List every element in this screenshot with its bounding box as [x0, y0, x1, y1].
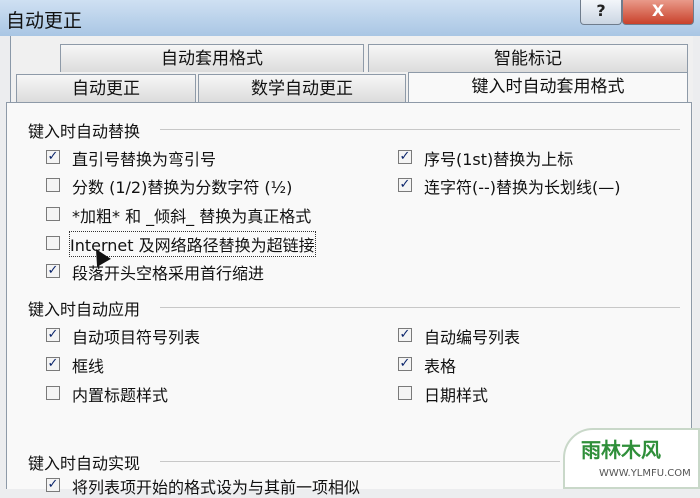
title-bar: 自动更正 ? X: [0, 0, 700, 36]
checkbox-tables[interactable]: [398, 357, 412, 371]
label-fractions: 分数 (1/2)替换为分数字符 (½): [72, 178, 293, 197]
checkbox-date-styles[interactable]: [398, 386, 412, 400]
checkbox-bulleted-lists[interactable]: [46, 328, 60, 342]
section-heading-implement: 键入时自动实现: [28, 454, 141, 473]
divider: [160, 461, 560, 462]
label-bold-italic: *加粗* 和 _倾斜_ 替换为真正格式: [72, 207, 312, 226]
divider: [160, 129, 680, 130]
watermark-logo: 雨林木风 WWW.YLMFU.COM: [563, 428, 700, 489]
tab-math-autocorrect[interactable]: 数学自动更正: [198, 74, 406, 102]
tab-smart-tags[interactable]: 智能标记: [368, 44, 688, 72]
label-ordinals: 序号(1st)替换为上标: [424, 150, 574, 169]
label-date-styles: 日期样式: [424, 386, 489, 405]
label-bulleted-lists: 自动项目符号列表: [72, 328, 201, 347]
help-button[interactable]: ?: [580, 0, 622, 25]
section-heading-apply: 键入时自动应用: [28, 300, 141, 319]
checkbox-smart-quotes[interactable]: [46, 150, 60, 164]
watermark-name: 雨林木风: [581, 438, 661, 462]
section-heading-replace: 键入时自动替换: [28, 122, 141, 141]
label-heading-styles: 内置标题样式: [72, 386, 169, 405]
checkbox-fractions[interactable]: [46, 178, 60, 192]
checkbox-hyperlinks[interactable]: [46, 236, 60, 250]
tab-autoformat-as-you-type[interactable]: 键入时自动套用格式: [408, 72, 688, 102]
window-title: 自动更正: [6, 10, 83, 32]
checkbox-list-format[interactable]: [46, 478, 60, 492]
checkbox-dashes[interactable]: [398, 178, 412, 192]
label-list-format: 将列表项开始的格式设为与其前一项相似: [72, 478, 361, 497]
tab-autocorrect[interactable]: 自动更正: [16, 74, 196, 102]
checkbox-borders[interactable]: [46, 357, 60, 371]
label-smart-quotes: 直引号替换为弯引号: [72, 150, 217, 169]
checkbox-bold-italic[interactable]: [46, 207, 60, 221]
close-button[interactable]: X: [622, 0, 694, 25]
tab-autoformat[interactable]: 自动套用格式: [60, 44, 364, 72]
divider: [160, 307, 680, 308]
checkbox-heading-styles[interactable]: [46, 386, 60, 400]
label-tables: 表格: [424, 357, 457, 376]
checkbox-indent[interactable]: [46, 264, 60, 278]
watermark-url: WWW.YLMFU.COM: [599, 468, 691, 479]
checkbox-ordinals[interactable]: [398, 150, 412, 164]
label-numbered-lists: 自动编号列表: [424, 328, 521, 347]
label-dashes: 连字符(--)替换为长划线(—): [424, 178, 621, 197]
checkbox-numbered-lists[interactable]: [398, 328, 412, 342]
label-borders: 框线: [72, 357, 105, 376]
